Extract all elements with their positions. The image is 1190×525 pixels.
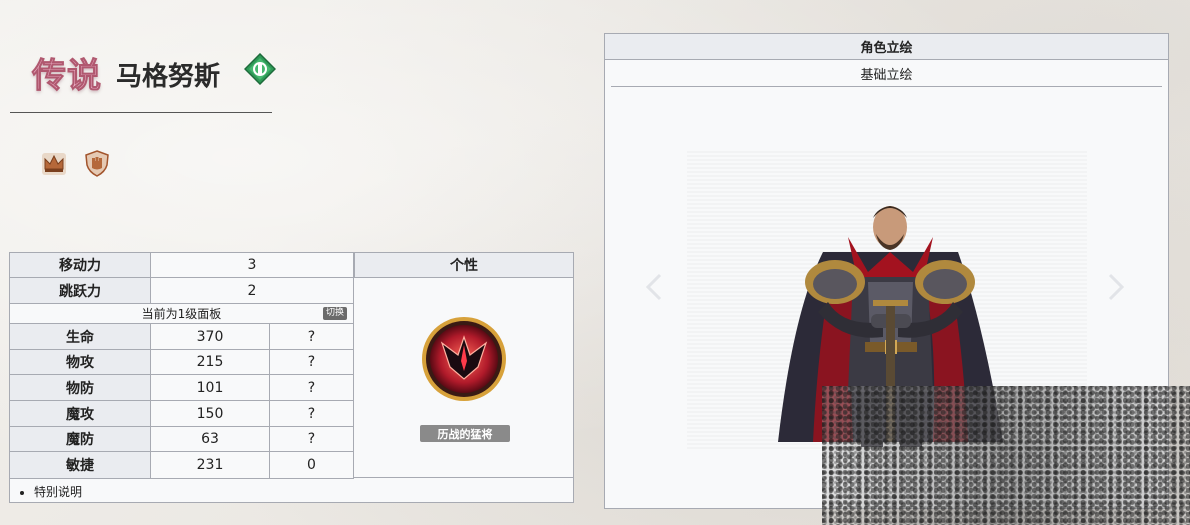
move-value: 3 [151, 253, 354, 278]
fist-shield-icon[interactable] [83, 149, 111, 177]
portrait-tab[interactable]: 基础立绘 [611, 60, 1162, 87]
stat-value-mdef: 63 [151, 427, 270, 452]
stat-label-matk: 魔攻 [10, 401, 151, 427]
stat-value-pdef: 101 [151, 375, 270, 401]
winged-emblem-icon[interactable] [420, 315, 508, 403]
stat-growth-hp: ? [270, 324, 354, 350]
panel-level-text: 当前为1级面板 [141, 307, 222, 321]
stat-value-patk: 215 [151, 350, 270, 375]
jump-label: 跳跃力 [10, 278, 151, 304]
chevron-left-icon[interactable] [643, 272, 665, 302]
stat-growth-mdef: ? [270, 427, 354, 452]
portrait-title: 角色立绘 [605, 34, 1168, 60]
element-badge-icon [244, 53, 276, 85]
stat-value-matk: 150 [151, 401, 270, 427]
stat-value-agi: 231 [151, 452, 270, 479]
personality-skill-name[interactable]: 历战的猛将 [420, 425, 510, 442]
stat-growth-patk: ? [270, 350, 354, 375]
switch-button[interactable]: 切换 [322, 307, 347, 320]
move-label: 移动力 [10, 253, 151, 278]
personality-header: 个性 [354, 253, 573, 278]
jump-value: 2 [151, 278, 354, 304]
chevron-right-icon[interactable] [1105, 272, 1127, 302]
note-item: 特别说明 [34, 483, 82, 500]
crown-icon[interactable] [40, 149, 68, 177]
stat-label-pdef: 物防 [10, 375, 151, 401]
stat-label-patk: 物攻 [10, 350, 151, 375]
panel-level-note: 当前为1级面板 切换 [10, 304, 354, 324]
special-notes: 特别说明 [10, 479, 573, 503]
stat-label-agi: 敏捷 [10, 452, 151, 479]
stat-value-hp: 370 [151, 324, 270, 350]
stat-growth-pdef: ? [270, 375, 354, 401]
stats-table: 移动力 3 个性 跳跃力 2 当前为1级面板 切换 生命 370 ? 物攻 21… [9, 252, 574, 503]
noise-overlay [822, 386, 1190, 525]
stat-label-hp: 生命 [10, 324, 151, 350]
character-name: 马格努斯 [116, 62, 221, 92]
rarity-label: 传说 [32, 56, 102, 97]
stat-growth-agi: 0 [270, 452, 354, 479]
stat-growth-matk: ? [270, 401, 354, 427]
personality-cell: 历战的猛将 [354, 278, 573, 478]
stat-label-mdef: 魔防 [10, 427, 151, 452]
header-divider [10, 112, 272, 113]
